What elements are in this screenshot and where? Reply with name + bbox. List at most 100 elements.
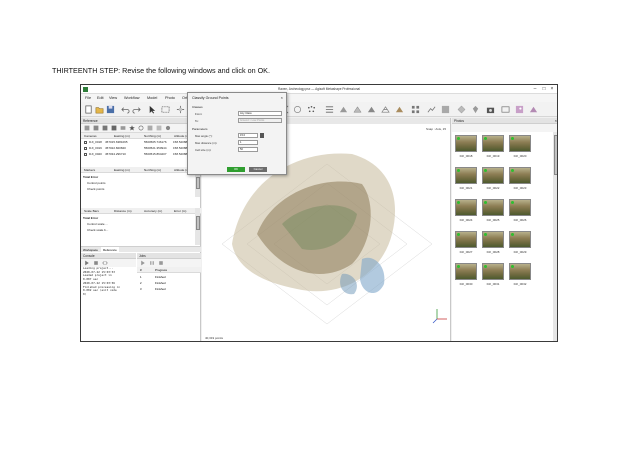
shapes-icon[interactable] bbox=[457, 105, 466, 114]
col-progress[interactable]: Progress bbox=[155, 268, 167, 272]
menu-file[interactable]: File bbox=[85, 96, 91, 100]
camera-checkbox[interactable] bbox=[84, 140, 87, 144]
import-icon[interactable] bbox=[84, 125, 90, 131]
minimize-icon[interactable]: – bbox=[531, 86, 539, 92]
camera-checkbox[interactable] bbox=[84, 146, 87, 150]
menu-photo[interactable]: Photo bbox=[165, 96, 175, 100]
trackball-icon[interactable] bbox=[293, 105, 302, 114]
markers-icon[interactable] bbox=[471, 105, 480, 114]
orthomosaic-icon[interactable] bbox=[441, 105, 450, 114]
photo-view-icon[interactable] bbox=[515, 105, 524, 114]
save-icon[interactable] bbox=[106, 105, 115, 114]
optimize-cameras-icon[interactable] bbox=[111, 125, 117, 131]
start-job-icon[interactable] bbox=[140, 260, 146, 266]
col-scale-bars[interactable]: Scale Bars bbox=[84, 209, 99, 213]
scalebars-scrollbar[interactable] bbox=[195, 208, 200, 245]
convert-icon[interactable] bbox=[102, 125, 108, 131]
col-number[interactable]: # bbox=[140, 268, 142, 272]
dialog-close-icon[interactable]: × bbox=[281, 95, 283, 100]
photo-thumbnail[interactable] bbox=[509, 167, 531, 184]
photo-thumbnail[interactable] bbox=[482, 135, 504, 152]
menu-edit[interactable]: Edit bbox=[97, 96, 104, 100]
close-pane-icon[interactable]: × bbox=[555, 118, 557, 123]
photo-thumbnail[interactable] bbox=[455, 263, 477, 280]
photos-scrollbar[interactable] bbox=[553, 132, 557, 341]
col-accuracy[interactable]: Accuracy (m) bbox=[144, 209, 162, 213]
photo-thumbnail[interactable] bbox=[482, 167, 504, 184]
stop-job-icon[interactable] bbox=[158, 260, 164, 266]
wireframe-model-icon[interactable] bbox=[381, 105, 390, 114]
close-icon[interactable]: × bbox=[548, 86, 556, 92]
col-easting[interactable]: Easting (m) bbox=[114, 168, 130, 172]
view-source-icon[interactable] bbox=[138, 125, 144, 131]
shaded-model-icon[interactable] bbox=[353, 105, 362, 114]
col-cameras[interactable]: Cameras bbox=[84, 134, 97, 138]
cancel-button[interactable]: Cancel bbox=[249, 167, 267, 172]
photo-thumbnail[interactable] bbox=[509, 263, 531, 280]
move-object-icon[interactable] bbox=[176, 105, 185, 114]
photo-thumbnail[interactable] bbox=[482, 231, 504, 248]
photo-label: DJI_0026 bbox=[513, 218, 527, 222]
axis-gizmo bbox=[432, 309, 447, 324]
max-angle-input[interactable]: 15.0 bbox=[238, 133, 258, 138]
menu-workflow[interactable]: Workflow bbox=[124, 96, 140, 100]
camera-checkbox[interactable] bbox=[84, 152, 87, 156]
maximize-icon[interactable]: □ bbox=[540, 86, 548, 92]
depth-maps-icon[interactable] bbox=[339, 105, 348, 114]
textured-model-icon[interactable] bbox=[395, 105, 404, 114]
menu-model[interactable]: Model bbox=[147, 96, 157, 100]
photo-thumbnail[interactable] bbox=[455, 231, 477, 248]
rectangle-selection-icon[interactable] bbox=[161, 105, 170, 114]
list-item[interactable]: Check points bbox=[81, 186, 195, 192]
photo-thumbnail[interactable] bbox=[509, 231, 531, 248]
redo-icon[interactable] bbox=[132, 105, 141, 114]
photo-thumbnail[interactable] bbox=[455, 135, 477, 152]
undo-icon[interactable] bbox=[121, 105, 130, 114]
col-markers[interactable]: Markers bbox=[84, 168, 95, 172]
col-easting[interactable]: Easting (m) bbox=[114, 134, 130, 138]
table-row[interactable]: 3 Finished bbox=[137, 286, 201, 292]
col-northing[interactable]: Northing (m) bbox=[144, 134, 161, 138]
aligned-check-icon bbox=[457, 265, 460, 268]
max-distance-input[interactable]: 1 bbox=[238, 140, 258, 145]
view-errors-icon[interactable] bbox=[156, 125, 162, 131]
capture-view-icon[interactable] bbox=[501, 105, 510, 114]
list-item[interactable]: Check scale b... bbox=[81, 227, 195, 233]
photo-thumbnail[interactable] bbox=[482, 263, 504, 280]
new-project-icon[interactable] bbox=[84, 105, 93, 114]
camera-icon[interactable] bbox=[486, 105, 495, 114]
update-transform-icon[interactable] bbox=[120, 125, 126, 131]
max-angle-spinner[interactable] bbox=[260, 133, 264, 138]
dem-icon[interactable] bbox=[427, 105, 436, 114]
photo-thumbnail[interactable] bbox=[482, 199, 504, 216]
point-cloud-icon[interactable] bbox=[307, 105, 316, 114]
col-distance[interactable]: Distance (m) bbox=[114, 209, 132, 213]
photo-thumbnail[interactable] bbox=[509, 199, 531, 216]
photo-thumbnail[interactable] bbox=[509, 135, 531, 152]
photo-thumbnail[interactable] bbox=[455, 167, 477, 184]
more-tools-icon[interactable] bbox=[529, 105, 538, 114]
ok-button[interactable]: OK bbox=[227, 167, 245, 172]
cell-size-input[interactable]: 50 bbox=[238, 147, 258, 152]
tab-workspace[interactable]: Workspace bbox=[83, 248, 98, 252]
star-icon[interactable] bbox=[129, 125, 135, 131]
grid-view-icon[interactable] bbox=[411, 105, 420, 114]
from-class-select[interactable]: Any Class bbox=[238, 111, 282, 116]
col-error[interactable]: Error (m) bbox=[174, 209, 186, 213]
table-row[interactable]: DJI_0020 457034.296710 5500515.864207 15… bbox=[81, 151, 195, 157]
navigation-icon[interactable] bbox=[147, 105, 156, 114]
scroll-thumb[interactable] bbox=[195, 216, 200, 230]
scroll-thumb[interactable] bbox=[553, 135, 557, 175]
solid-model-icon[interactable] bbox=[367, 105, 376, 114]
dense-cloud-icon[interactable] bbox=[325, 105, 334, 114]
view-estimated-icon[interactable] bbox=[147, 125, 153, 131]
scroll-thumb[interactable] bbox=[195, 177, 200, 189]
pause-job-icon[interactable] bbox=[149, 260, 155, 266]
settings-icon[interactable] bbox=[165, 125, 171, 131]
menu-view[interactable]: View bbox=[109, 96, 117, 100]
aligned-check-icon bbox=[484, 201, 487, 204]
open-folder-icon[interactable] bbox=[95, 105, 104, 114]
photo-thumbnail[interactable] bbox=[455, 199, 477, 216]
col-northing[interactable]: Northing (m) bbox=[144, 168, 161, 172]
export-icon[interactable] bbox=[93, 125, 99, 131]
